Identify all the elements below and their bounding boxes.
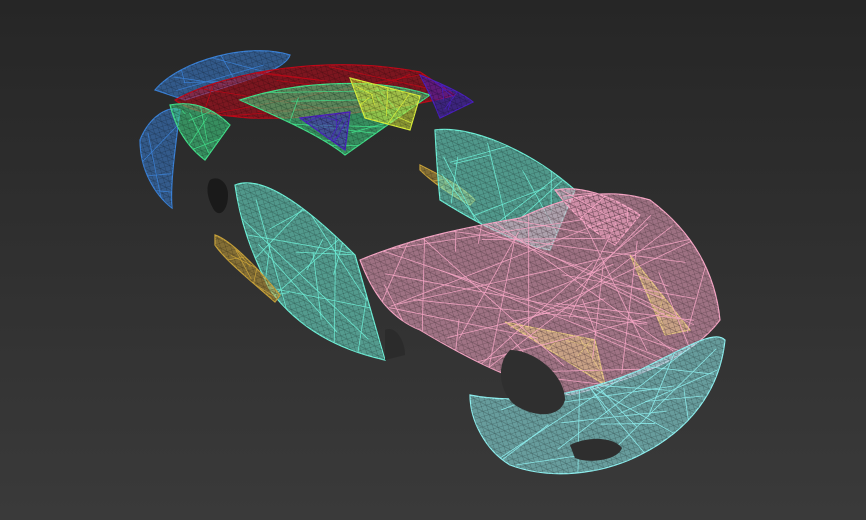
3d-viewport[interactable]: [0, 0, 866, 520]
wireframe-scene[interactable]: [0, 0, 866, 520]
wheel-arch-rear: [207, 178, 228, 214]
